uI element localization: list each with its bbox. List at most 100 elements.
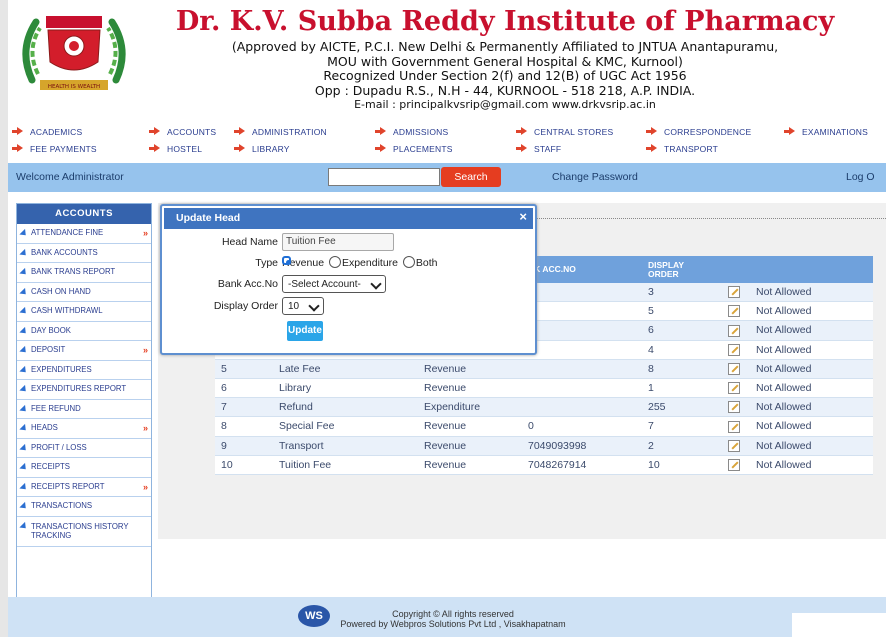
cell-display-order: 2 [642, 436, 722, 456]
menu-hostel[interactable]: HOSTEL [149, 144, 202, 154]
email-line: E-mail : principalkvsrip@gmail.com www.d… [354, 98, 656, 111]
submenu-chevron-icon: » [142, 481, 148, 492]
cell-bank-acc [522, 301, 642, 322]
sidebar-item[interactable]: EXPENDITURES REPORT [17, 380, 151, 400]
cell-sno: 8 [215, 416, 273, 437]
arrow-icon [19, 443, 29, 453]
menu-academics[interactable]: ACADEMICS [12, 127, 82, 137]
menu-library[interactable]: LIBRARY [234, 144, 290, 154]
edit-icon[interactable] [728, 439, 740, 452]
menu-admissions[interactable]: ADMISSIONS [375, 127, 448, 137]
bank-acc-label: Bank Acc.No [217, 278, 278, 290]
sidebar-item[interactable]: DEPOSIT » [17, 341, 151, 361]
cell-bank-acc [522, 359, 642, 379]
sidebar-item[interactable]: EXPENDITURES [17, 360, 151, 380]
sidebar-item[interactable]: BANK TRANS REPORT [17, 263, 151, 283]
cell-edit [722, 455, 750, 475]
arrow-icon [19, 404, 29, 414]
menu-accounts[interactable]: ACCOUNTS [149, 127, 216, 137]
edit-icon[interactable] [728, 401, 740, 414]
menu-examinations[interactable]: EXAMINATIONS [784, 127, 868, 137]
edit-icon[interactable] [728, 286, 740, 299]
sidebar-item-label: CASH WITHDRAWL [31, 306, 103, 315]
cell-status: Not Allowed [750, 378, 873, 399]
sidebar-item[interactable]: CASH WITHDRAWL [17, 302, 151, 322]
search-button[interactable]: Search [441, 167, 501, 187]
cell-bank-acc [522, 283, 642, 303]
bank-account-select[interactable]: -Select Account- [282, 275, 386, 293]
footer: WS Copyright © All rights reserved Power… [8, 597, 886, 637]
sidebar-item[interactable]: DAY BOOK [17, 321, 151, 341]
submenu-chevron-icon: » [142, 228, 148, 238]
menu-transport[interactable]: TRANSPORT [646, 144, 718, 154]
arrow-icon [19, 365, 29, 375]
institute-logo: HEALTH IS WEALTH [22, 16, 126, 90]
arrow-icon [234, 127, 247, 136]
arrow-icon [516, 144, 529, 153]
sidebar-item-label: RECEIPTS REPORT [31, 481, 105, 491]
table-row: 9 Transport Revenue 7049093998 2 Not Allowed [215, 436, 873, 456]
radio-both[interactable] [402, 256, 415, 268]
display-order-select[interactable]: 10 [282, 297, 324, 315]
arrow-icon [12, 127, 25, 136]
cell-head: Transport [273, 436, 418, 456]
menu-staff[interactable]: STAFF [516, 144, 561, 154]
menu-administration[interactable]: ADMINISTRATION [234, 127, 327, 137]
table-row: 6 Library Revenue 1 Not Allowed [215, 378, 873, 399]
sidebar-item-label: PROFIT / LOSS [31, 442, 87, 452]
cell-display-order: 6 [642, 320, 722, 341]
sidebar-item-label: ATTENDANCE FINE [31, 228, 104, 237]
menu-label: ACCOUNTS [167, 127, 217, 137]
update-button[interactable]: Update [287, 321, 323, 341]
arrow-icon [19, 287, 29, 297]
menu-placements[interactable]: PLACEMENTS [375, 144, 453, 154]
arrow-icon [19, 482, 29, 492]
head-name-label: Head Name [221, 236, 278, 248]
edit-icon[interactable] [728, 343, 740, 356]
sidebar-item-label: BANK ACCOUNTS [31, 247, 98, 257]
edit-icon[interactable] [728, 324, 740, 337]
logout-link[interactable]: Log O [846, 171, 875, 183]
radio-expenditure[interactable] [328, 256, 341, 268]
search-input[interactable] [328, 168, 440, 186]
sidebar-item[interactable]: FEE REFUND [17, 399, 151, 419]
head-name-input[interactable]: Tuition Fee [282, 233, 394, 251]
sidebar-item[interactable]: BANK ACCOUNTS [17, 243, 151, 263]
cell-head: Late Fee [273, 359, 418, 379]
sidebar-item[interactable]: RECEIPTS REPORT » [17, 477, 151, 497]
edit-icon[interactable] [728, 362, 740, 375]
menu-central-stores[interactable]: CENTRAL STORES [516, 127, 613, 137]
edit-icon[interactable] [728, 382, 740, 395]
cell-status: Not Allowed [750, 301, 873, 322]
close-icon[interactable]: × [519, 209, 527, 224]
menu-label: CORRESPONDENCE [664, 127, 752, 137]
sidebar-item[interactable]: TRANSACTIONS [17, 497, 151, 517]
arrow-icon [19, 521, 29, 531]
radio-revenue[interactable] [282, 256, 291, 265]
change-password-link[interactable]: Change Password [552, 171, 638, 183]
cell-display-order: 5 [642, 301, 722, 322]
table-row: 10 Tuition Fee Revenue 7048267914 10 Not Allo… [215, 455, 873, 475]
sidebar-item[interactable]: CASH ON HAND [17, 282, 151, 302]
arrow-icon [19, 501, 29, 512]
edit-icon[interactable] [728, 420, 740, 433]
cell-edit [722, 340, 750, 360]
arrow-icon [19, 228, 29, 239]
select-value: 10 [288, 301, 300, 312]
cell-type: Revenue [418, 455, 522, 475]
address-line: (Approved by AICTE, P.C.I. New Delhi & P… [231, 39, 779, 54]
sidebar-item[interactable]: RECEIPTS [17, 458, 151, 478]
edit-icon[interactable] [728, 305, 740, 318]
sidebar-item[interactable]: TRANSACTIONS HISTORY TRACKING [17, 516, 151, 547]
menu-correspondence[interactable]: CORRESPONDENCE [646, 127, 751, 137]
sidebar-item[interactable]: PROFIT / LOSS [17, 438, 151, 458]
menu-fee-payments[interactable]: FEE PAYMENTS [12, 144, 97, 154]
edit-icon[interactable] [728, 458, 740, 471]
menu-label: STAFF [534, 144, 562, 154]
sidebar-item[interactable]: ATTENDANCE FINE » [17, 224, 151, 244]
menu-label: ADMISSIONS [393, 127, 449, 137]
sidebar-item-label: DEPOSIT [31, 345, 66, 354]
cell-sno: 10 [215, 455, 273, 475]
arrow-icon [12, 144, 25, 153]
sidebar-item[interactable]: HEADS » [17, 419, 151, 439]
